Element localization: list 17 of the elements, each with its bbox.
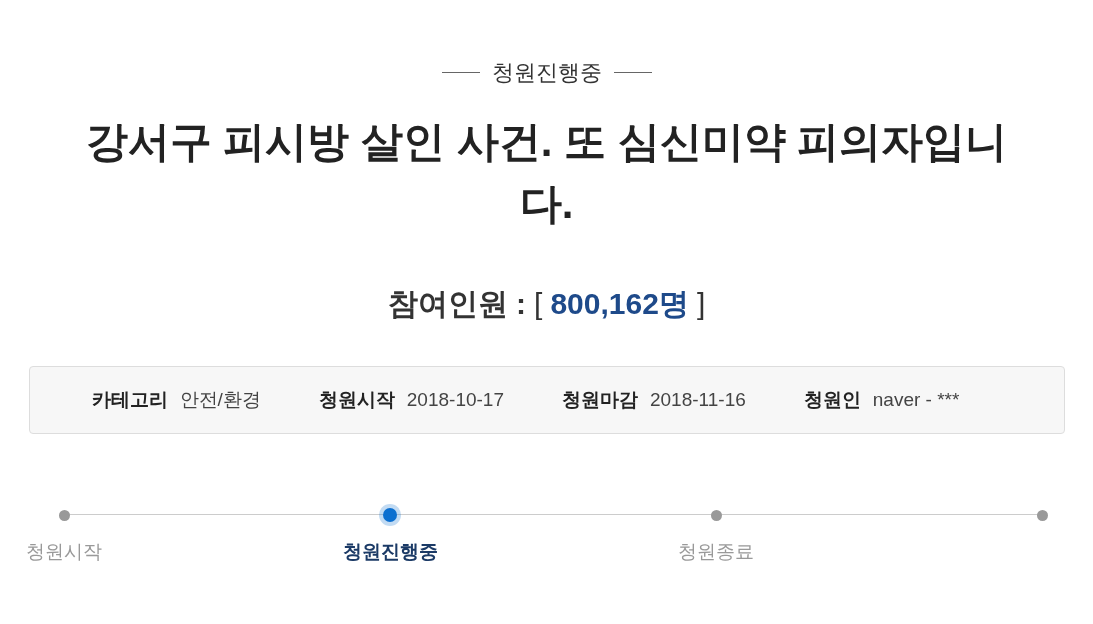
participants-count: 800,162명 [550, 286, 689, 322]
info-label: 청원마감 [562, 387, 638, 412]
participants-label: 참여인원 : [387, 286, 527, 322]
info-value: naver - *** [872, 387, 960, 412]
status-label: 청원진행중 [491, 59, 602, 87]
info-value: 안전/환경 [179, 387, 261, 412]
step-label: 청원시작 [26, 540, 102, 564]
bracket: ] [696, 286, 706, 322]
info-value: 2018-10-17 [406, 387, 504, 412]
info-label: 청원시작 [318, 387, 395, 412]
bracket: [ [534, 286, 543, 322]
step-label: 청원종료 [678, 540, 754, 564]
info-value: 2018-11-16 [650, 387, 746, 412]
info-label: 청원인 [803, 387, 861, 412]
info-label: 카테고리 [91, 387, 168, 412]
petition-title: 강서구 피시방 살인 사건. 또 심신미약 피의자입니다. [84, 117, 1009, 229]
step-label: 청원진행중 [342, 540, 438, 564]
